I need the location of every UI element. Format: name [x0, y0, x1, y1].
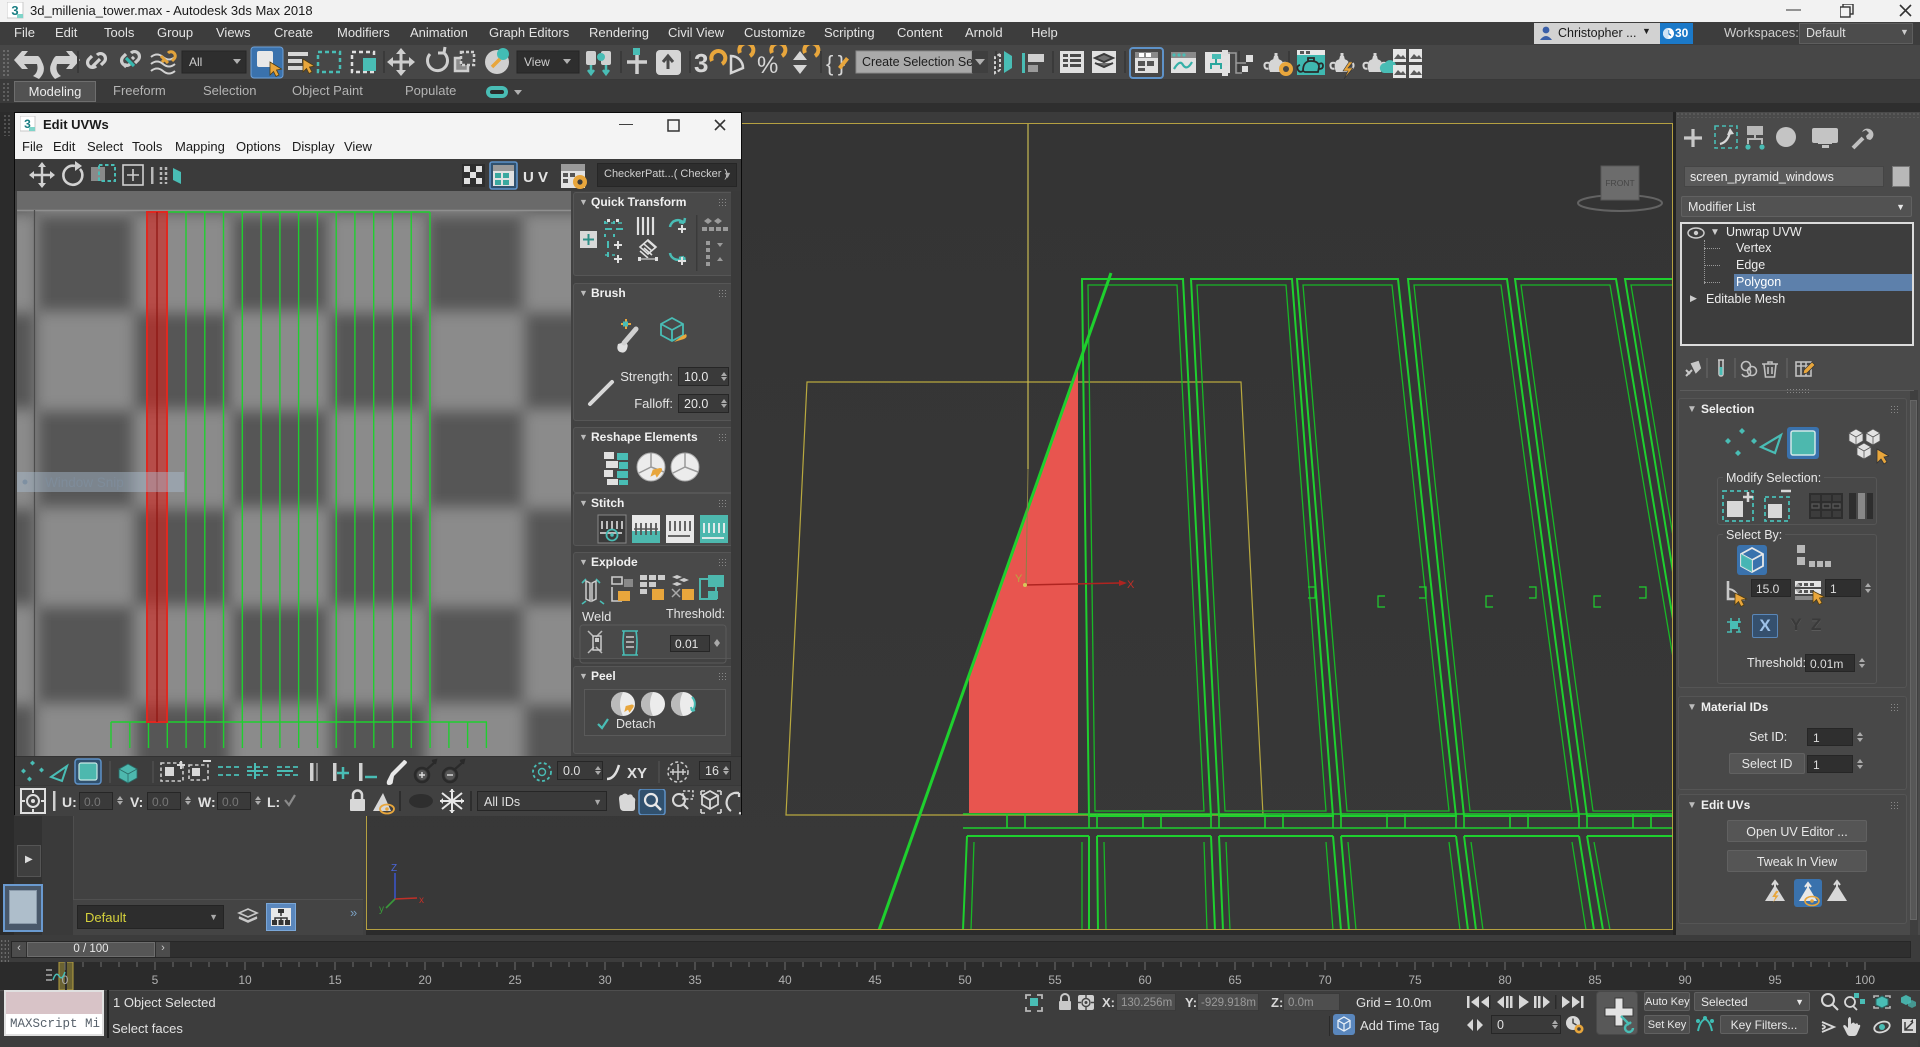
svg-text:60: 60 [1138, 973, 1152, 987]
svg-text:10: 10 [238, 973, 252, 987]
svg-text:L:: L: [267, 794, 280, 810]
svg-text:35: 35 [688, 973, 702, 987]
svg-text:U V: U V [523, 169, 548, 186]
svg-text:90: 90 [1678, 973, 1692, 987]
svg-text:All: All [189, 55, 202, 69]
svg-text:20: 20 [418, 973, 432, 987]
svg-text:Falloff:: Falloff: [634, 396, 673, 411]
svg-text:85: 85 [1588, 973, 1602, 987]
svg-text:x: x [419, 895, 424, 906]
svg-text:15: 15 [328, 973, 342, 987]
svg-text:75: 75 [1408, 973, 1422, 987]
svg-text:80: 80 [1498, 973, 1512, 987]
svg-text:U:: U: [62, 794, 77, 810]
svg-text:40: 40 [778, 973, 792, 987]
svg-text:3: 3 [694, 48, 708, 78]
svg-text:70: 70 [1318, 973, 1332, 987]
svg-text:Y: Y [1015, 573, 1023, 585]
svg-text:25: 25 [508, 973, 522, 987]
svg-text:FRONT: FRONT [1605, 178, 1634, 188]
svg-text:Create Selection Se: Create Selection Se [862, 55, 973, 69]
svg-text:5: 5 [152, 973, 159, 987]
svg-text:100: 100 [1855, 973, 1875, 987]
svg-text:30: 30 [598, 973, 612, 987]
svg-text:55: 55 [1048, 973, 1062, 987]
svg-text:Window Snip: Window Snip [45, 475, 124, 490]
svg-text:50: 50 [958, 973, 972, 987]
svg-text:65: 65 [1228, 973, 1242, 987]
svg-text:V:: V: [130, 794, 143, 810]
svg-text:Strength:: Strength: [620, 369, 673, 384]
svg-text:W:: W: [198, 794, 216, 810]
svg-text:45: 45 [868, 973, 882, 987]
svg-text:Z: Z [391, 863, 397, 874]
svg-text:View: View [524, 55, 550, 69]
svg-text:Weld: Weld [582, 609, 611, 624]
svg-text:X: X [1127, 579, 1135, 591]
svg-text:95: 95 [1768, 973, 1782, 987]
svg-text:%: % [757, 52, 778, 79]
svg-text:XY: XY [627, 765, 647, 782]
svg-text:y: y [379, 904, 384, 915]
